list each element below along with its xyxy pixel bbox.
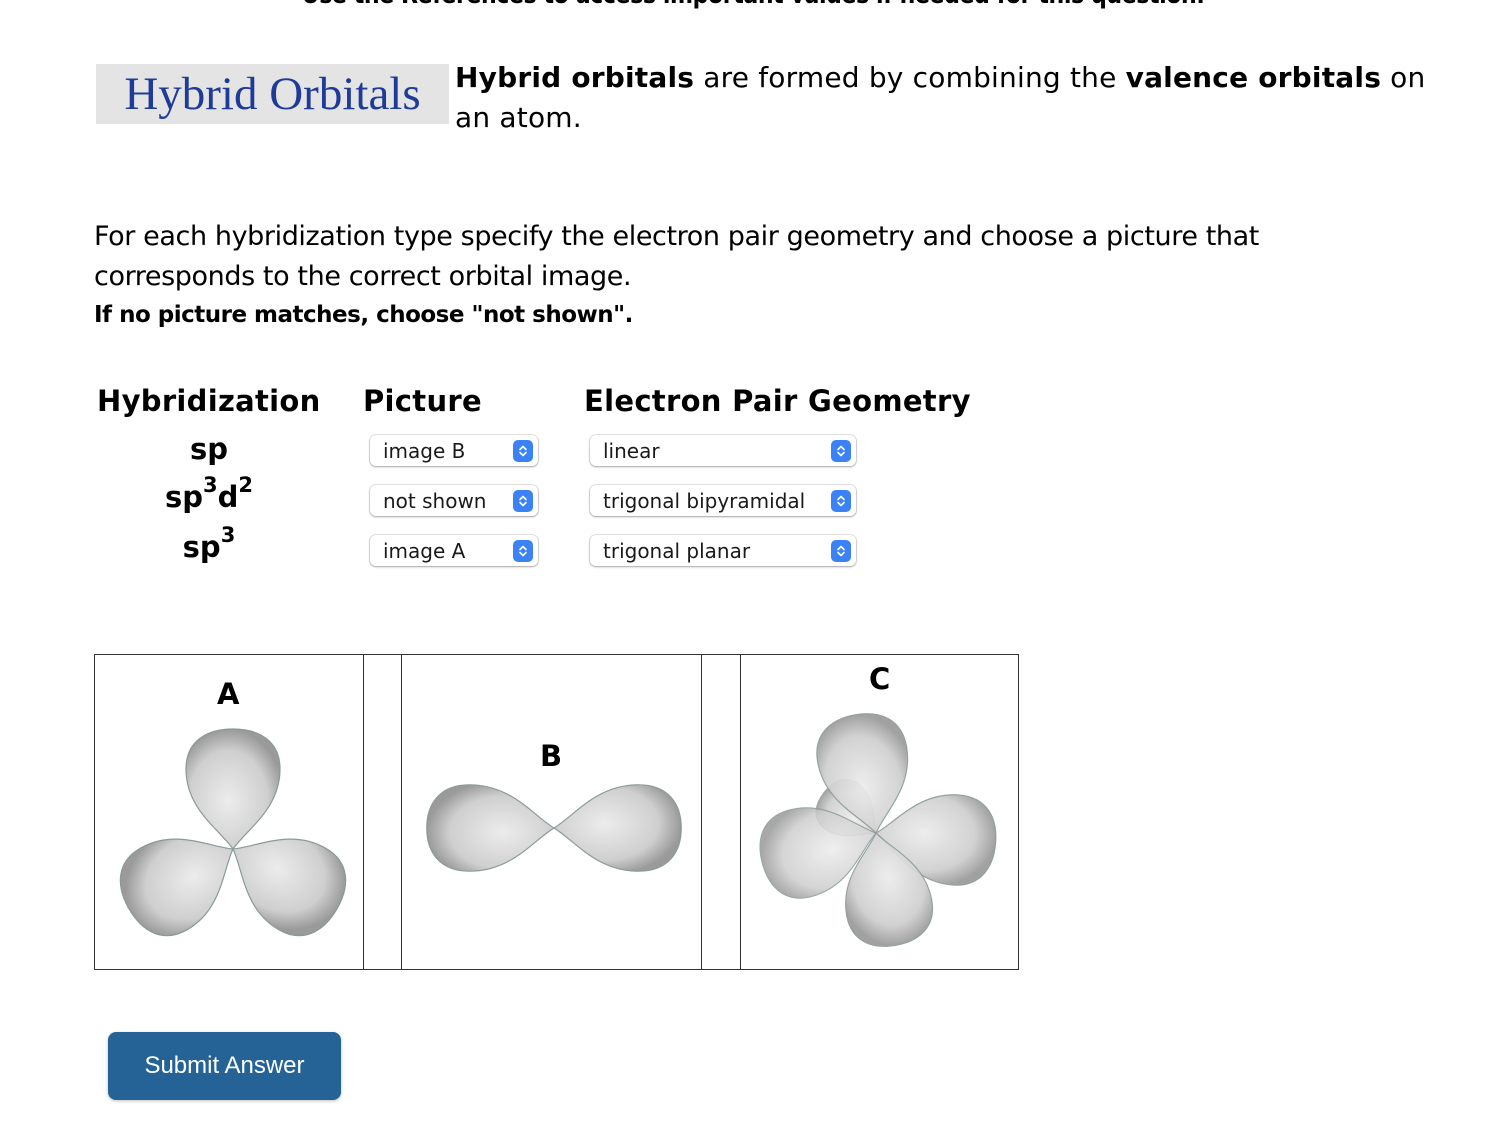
geometry-select-sp3d2[interactable]: trigonal bipyramidal (590, 485, 856, 516)
instruction-note: If no picture matches, choose "not shown… (94, 302, 633, 328)
hyb-sup1: 3 (220, 523, 236, 548)
header-hybridization: Hybridization (97, 384, 321, 418)
hybrid-orbitals-logo: Hybrid Orbitals (96, 64, 449, 124)
orbital-image-c (750, 706, 1001, 954)
picture-select-sp3[interactable]: image A (370, 535, 538, 566)
picture-select-value: image A (383, 538, 466, 563)
hyb-sup1: 3 (203, 473, 218, 498)
orbital-image-b (426, 784, 682, 872)
hybridization-sp3: sp3 (94, 525, 324, 564)
intro-bold-valence: valence orbitals (1125, 61, 1382, 94)
references-banner: Use the References to access important v… (113, 0, 1393, 10)
logo-text: Hybrid Orbitals (124, 68, 421, 120)
orbital-images-table: A B C (94, 654, 1019, 970)
header-geometry: Electron Pair Geometry (584, 384, 971, 418)
select-stepper-icon (513, 489, 533, 512)
instructions: For each hybridization type specify the … (94, 221, 1259, 292)
picture-select-value: not shown (383, 488, 487, 513)
hyb-base: sp (164, 480, 203, 514)
select-stepper-icon (831, 439, 851, 462)
hyb-mid: d (217, 480, 239, 514)
picture-select-value: image B (383, 438, 466, 463)
hyb-base: sp (182, 530, 221, 564)
select-stepper-icon (831, 489, 851, 512)
geometry-select-sp[interactable]: linear (590, 435, 856, 466)
intro-text-1: are formed by combining the (694, 61, 1126, 94)
hyb-sup2: 2 (238, 473, 254, 498)
intro-bold-hybrid: Hybrid orbitals (455, 61, 695, 94)
hybridization-sp3d2: sp3d2 (94, 475, 324, 514)
picture-select-sp3d2[interactable]: not shown (370, 485, 538, 516)
intro-text: Hybrid orbitals are formed by combining … (455, 58, 1455, 138)
picture-select-sp[interactable]: image B (370, 435, 538, 466)
header-picture: Picture (363, 384, 482, 418)
hyb-base: sp (189, 432, 229, 466)
orbital-drawings (104, 706, 1001, 954)
geometry-select-value: trigonal planar (603, 538, 751, 563)
geometry-select-value: linear (603, 438, 660, 463)
select-stepper-icon (513, 539, 533, 562)
submit-answer-button[interactable]: Submit Answer (108, 1032, 341, 1100)
geometry-select-value: trigonal bipyramidal (603, 488, 806, 513)
select-stepper-icon (831, 539, 851, 562)
geometry-select-sp3[interactable]: trigonal planar (590, 535, 856, 566)
orbital-image-a (104, 728, 362, 951)
hybridization-sp: sp (94, 432, 324, 466)
select-stepper-icon (513, 439, 533, 462)
